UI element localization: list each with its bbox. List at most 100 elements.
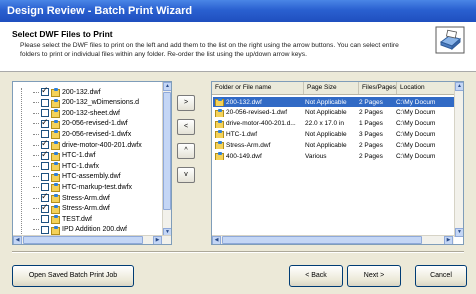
tree-item[interactable]: Stress-Arm.dwf — [33, 202, 163, 214]
tree-item[interactable]: drive-motor-400-201.dwfx — [33, 138, 163, 150]
list-item[interactable]: drive-motor-400-201.d... 22.0 x 17.0 in 1 … — [213, 119, 456, 129]
tree-item-checkbox[interactable] — [41, 202, 49, 213]
list-item-page-size: 22.0 x 17.0 in — [305, 120, 345, 128]
tree-item-checkbox[interactable] — [41, 225, 49, 234]
add-to-list-button[interactable]: > — [177, 95, 195, 111]
dwf-file-icon — [215, 119, 224, 128]
list-item-files-pages: 2 Pages — [359, 109, 383, 117]
dwf-file-icon — [51, 130, 60, 140]
dwf-file-icon — [51, 183, 60, 193]
dwf-file-icon — [51, 225, 60, 235]
scroll-thumb[interactable] — [23, 236, 143, 244]
list-item[interactable]: HTC-1.dwf Not Applicable 3 Pages C:\My Docu… — [213, 129, 456, 139]
tree-item-checkbox[interactable] — [41, 162, 49, 171]
dwf-file-icon — [215, 108, 224, 117]
move-up-button[interactable]: ^ — [177, 143, 195, 159]
list-item-name: drive-motor-400-201.d... — [226, 120, 296, 128]
scroll-left-icon[interactable]: ◀ — [212, 236, 221, 244]
scroll-down-icon[interactable]: ▼ — [455, 228, 463, 237]
list-horizontal-scrollbar[interactable]: ◀ ▶ — [212, 235, 454, 244]
tree-connector — [33, 133, 39, 135]
tree-item[interactable]: HTC-1.dwfx — [33, 161, 163, 172]
dwf-file-icon — [51, 119, 60, 129]
tree-item[interactable]: 200-132-sheet.dwf — [33, 108, 163, 119]
list-item-name-cell: HTC-1.dwf — [213, 130, 303, 139]
tree-item[interactable]: 200-132_wDimensions.d — [33, 98, 163, 108]
tree-item-checkbox[interactable] — [41, 98, 49, 107]
back-button[interactable]: < Back — [289, 265, 343, 287]
list-item-page-size: Not Applicable — [305, 141, 347, 149]
list-item-files-pages: 3 Pages — [359, 130, 383, 138]
tree-vertical-scrollbar[interactable]: ▲ ▼ — [162, 82, 171, 237]
list-item[interactable]: 20-056-revised-1.dwf Not Applicable 2 Page… — [213, 108, 456, 118]
tree-item[interactable]: 20-056-revised-1.dwfx — [33, 129, 163, 140]
tree-item[interactable]: TEST.dwf — [33, 214, 163, 225]
scroll-thumb[interactable] — [222, 236, 422, 244]
list-vertical-scrollbar[interactable]: ▲ ▼ — [454, 82, 463, 237]
list-item-page-size: Not Applicable — [305, 109, 347, 117]
list-item-location: C:\My Docum — [396, 141, 436, 149]
tree-item[interactable]: HTC-markup-test.dwfx — [33, 182, 163, 193]
move-down-button[interactable]: v — [177, 167, 195, 183]
tree-item-checkbox[interactable] — [41, 149, 49, 160]
list-item-name: Stress-Arm.dwf — [226, 141, 271, 149]
tree-item-label: HTC-1.dwfx — [62, 162, 99, 170]
column-header-location[interactable]: Location — [397, 82, 456, 94]
tree-item-checkbox[interactable] — [41, 172, 49, 181]
tree-item-label: 20-056-revised-1.dwf — [62, 120, 128, 128]
file-tree[interactable]: 200-132.dwf 200-132_wDimensions.d 200-132-… — [12, 81, 172, 245]
tree-connector — [33, 165, 39, 167]
printer-wizard-icon — [435, 26, 465, 54]
list-item-location: C:\My Docum — [396, 109, 436, 117]
list-item[interactable]: 400-149.dwf Various 2 Pages C:\My Docum — [213, 151, 456, 161]
tree-item-label: 200-132-sheet.dwf — [62, 109, 120, 117]
tree-item[interactable]: HTC-assembly.dwf — [33, 172, 163, 182]
dwf-file-icon — [51, 194, 60, 203]
scroll-left-icon[interactable]: ◀ — [13, 236, 22, 244]
column-header-page-size[interactable]: Page Size — [304, 82, 359, 94]
page-title: Select DWF Files to Print — [12, 29, 113, 39]
next-button[interactable]: Next > — [347, 265, 401, 287]
print-list[interactable]: Folder or File name Page Size Files/Page… — [211, 81, 464, 245]
tree-connector — [33, 176, 39, 178]
list-item-location: C:\My Docum — [396, 120, 436, 128]
tree-connector — [33, 123, 39, 125]
list-item-location: C:\My Docum — [396, 98, 436, 106]
tree-item-label: HTC-markup-test.dwfx — [62, 183, 133, 191]
dwf-file-icon — [215, 98, 224, 106]
cancel-button[interactable]: Cancel — [415, 265, 467, 287]
scroll-up-icon[interactable]: ▲ — [163, 82, 171, 91]
tree-item[interactable]: 20-056-revised-1.dwf — [33, 117, 163, 129]
column-header-name[interactable]: Folder or File name — [212, 82, 304, 94]
tree-item-label: 20-056-revised-1.dwfx — [62, 130, 132, 138]
dwf-file-icon — [215, 152, 224, 160]
column-header-files-pages[interactable]: Files/Pages — [359, 82, 397, 94]
dwf-file-icon — [215, 141, 224, 150]
scroll-right-icon[interactable]: ▶ — [444, 236, 453, 244]
tree-item[interactable]: IPD Addition 200.dwf — [33, 225, 163, 235]
list-item-files-pages: 2 Pages — [359, 141, 383, 149]
scroll-thumb[interactable] — [163, 92, 171, 210]
list-item-files-pages: 2 Pages — [359, 98, 383, 106]
tree-item[interactable]: HTC-1.dwf — [33, 149, 163, 161]
tree-item[interactable]: 200-132.dwf — [33, 85, 163, 97]
scroll-right-icon[interactable]: ▶ — [153, 236, 162, 244]
tree-item[interactable]: Stress-Arm.dwf — [33, 191, 163, 203]
tree-item-label: HTC-assembly.dwf — [62, 173, 121, 181]
dwf-file-icon — [51, 88, 60, 97]
list-item[interactable]: 200-132.dwf Not Applicable 2 Pages C:\My Do… — [213, 97, 456, 107]
tree-item-checkbox[interactable] — [41, 215, 49, 224]
open-saved-batch-button[interactable]: Open Saved Batch Print Job — [12, 265, 134, 287]
list-item[interactable]: Stress-Arm.dwf Not Applicable 2 Pages C:\My… — [213, 140, 456, 150]
list-item-name-cell: drive-motor-400-201.d... — [213, 119, 303, 128]
tree-item-checkbox[interactable] — [41, 117, 49, 128]
dwf-file-icon — [51, 151, 60, 161]
tree-horizontal-scrollbar[interactable]: ◀ ▶ — [13, 235, 171, 244]
list-item-files-pages: 2 Pages — [359, 152, 383, 160]
tree-item-checkbox[interactable] — [41, 85, 49, 96]
list-item-location: C:\My Docum — [396, 130, 436, 138]
scroll-up-icon[interactable]: ▲ — [455, 82, 463, 91]
dwf-file-icon — [51, 204, 60, 214]
list-item-name-cell: 400-149.dwf — [213, 152, 303, 160]
remove-from-list-button[interactable]: < — [177, 119, 195, 135]
